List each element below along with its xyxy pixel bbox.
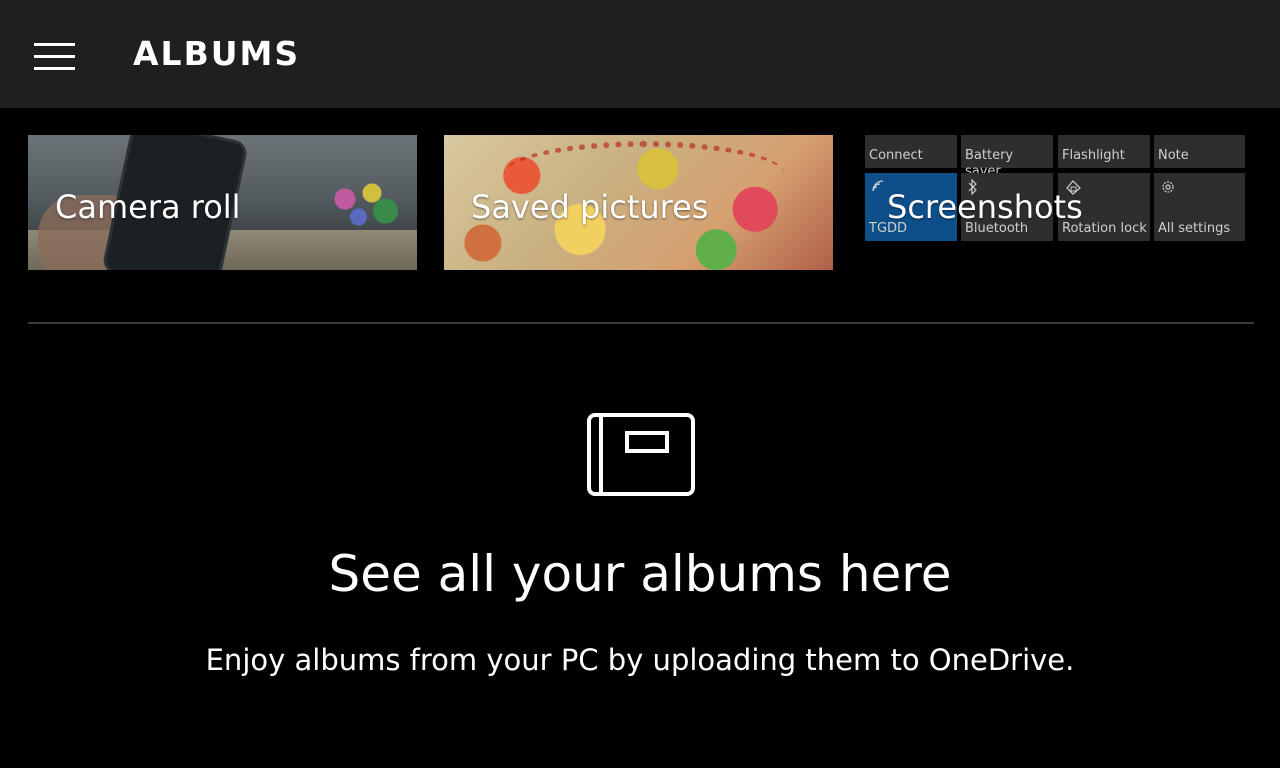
wifi-icon	[871, 179, 887, 196]
quick-action-connect: Connect	[865, 135, 957, 168]
empty-state-subtext: Enjoy albums from your PC by uploading t…	[205, 643, 1075, 677]
hamburger-menu-icon[interactable]	[34, 43, 75, 71]
album-label: Saved pictures	[471, 188, 709, 226]
quick-action-note: Note	[1154, 135, 1245, 168]
album-icon	[587, 413, 695, 496]
section-divider	[28, 322, 1254, 324]
quick-action-battery-saver: Battery saver	[961, 135, 1053, 179]
quick-action-flashlight: Flashlight	[1058, 135, 1150, 168]
page-title: ALBUMS	[133, 34, 301, 73]
app-header: ALBUMS	[0, 0, 1280, 108]
quick-action-all-settings: All settings	[1154, 173, 1245, 241]
gear-icon	[1160, 179, 1176, 198]
album-tile-camera-roll[interactable]: Camera roll	[28, 135, 417, 270]
quick-action-label: All settings	[1158, 221, 1231, 236]
album-label: Screenshots	[887, 188, 1083, 226]
album-tile-screenshots[interactable]: Connect Battery saver Flashlight Note TG…	[860, 135, 1249, 270]
empty-state-heading: See all your albums here	[328, 545, 952, 603]
album-tile-saved-pictures[interactable]: Saved pictures	[444, 135, 833, 270]
album-label: Camera roll	[55, 188, 241, 226]
